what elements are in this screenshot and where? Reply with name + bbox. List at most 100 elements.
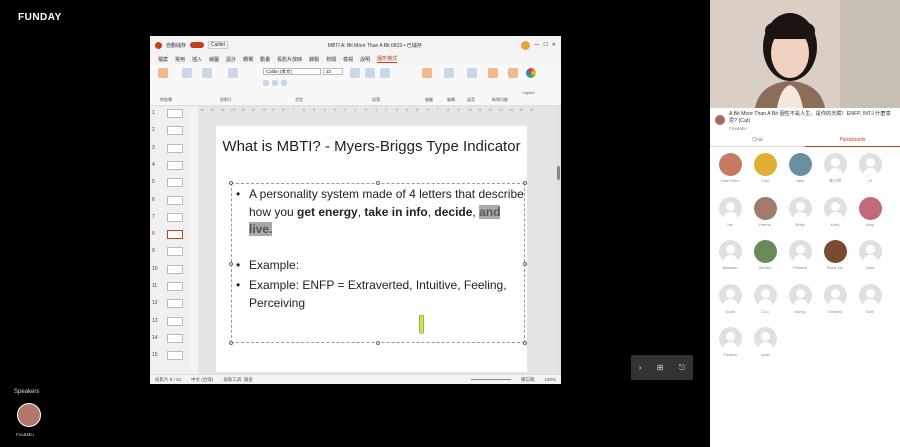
font-size-select[interactable]: 32 [323,68,343,75]
exit-share-button[interactable]: ⎋ [679,363,685,373]
language-indicator[interactable]: 中文 (台灣) [191,377,213,383]
tab-transitions[interactable]: 轉場 [243,56,253,63]
numbering-icon[interactable] [365,68,375,78]
bullet-item[interactable]: Example: [234,257,524,275]
zoom-slider[interactable] [470,379,511,380]
shapes-icon[interactable] [422,68,432,78]
resize-handle[interactable] [523,181,527,185]
participant[interactable]: Ruby [785,196,815,227]
participant[interactable]: Hanna [750,196,780,227]
participant[interactable]: Sam [855,283,885,314]
resize-handle[interactable] [229,181,233,185]
participant[interactable]: Yomi Chen [715,153,745,183]
slide-thumbnail[interactable] [167,299,183,309]
slide-thumbnail[interactable] [167,212,183,222]
tab-insert[interactable]: 插入 [192,56,202,63]
slide-thumbnail[interactable] [167,282,183,291]
layout-icon[interactable] [228,68,238,78]
participant[interactable]: Iris [715,196,745,227]
bullets-icon[interactable] [350,68,360,78]
maximize-button[interactable]: ☐ [543,42,547,48]
speaker-avatar[interactable] [17,403,41,427]
align-icon[interactable] [380,68,390,78]
reuse-slides-icon[interactable] [202,68,212,78]
find-icon[interactable] [444,68,454,78]
participant[interactable]: Jake [785,153,815,183]
tab-file[interactable]: 檔案 [158,56,168,63]
participant[interactable]: Brandon [715,240,745,270]
bullet-item[interactable]: A personality system made of 4 letters t… [234,186,524,239]
slide-canvas[interactable]: What is MBTI? - Myers-Briggs Type Indica… [216,126,527,372]
tab-record[interactable]: 錄製 [309,56,319,63]
tab-design[interactable]: 設計 [226,56,236,63]
participant[interactable]: Sunny [785,283,815,314]
slide-thumbnail[interactable] [167,126,183,136]
grid-view-button[interactable]: ⊞ [657,363,664,372]
participant[interactable]: Rosa Wu [820,240,850,270]
bold-icon[interactable] [263,80,269,86]
participant[interactable]: Amy [855,196,885,227]
vertical-scrollbar[interactable] [556,106,561,374]
resize-handle[interactable] [523,341,527,345]
tab-view[interactable]: 檢視 [343,56,353,63]
autosave-toggle[interactable] [190,42,205,48]
tab-home[interactable]: 常用 [175,56,185,63]
tab-draw[interactable]: 繪圖 [209,56,219,63]
tab-help[interactable]: 說明 [360,56,370,63]
participant[interactable]: 林小明 [820,153,850,184]
slide-thumbnail[interactable] [167,264,183,274]
slide-thumbnail[interactable] [167,316,183,326]
participant[interactable]: Phoebe [785,240,815,270]
accessibility-indicator[interactable]: 協助工具: 調查 [223,377,253,383]
participant[interactable]: Vi [855,153,885,183]
participant[interactable]: Charles [820,283,850,314]
content-textbox[interactable]: A personality system made of 4 letters t… [229,181,527,345]
minimize-button[interactable]: — [534,42,539,48]
slide-title[interactable]: What is MBTI? - Myers-Briggs Type Indica… [216,136,527,158]
bullet-list[interactable]: A personality system made of 4 letters t… [234,186,524,312]
resize-handle[interactable] [229,341,233,345]
participant[interactable]: Steven [750,240,780,270]
resize-handle[interactable] [376,341,380,345]
participant[interactable]: Chu [750,283,780,314]
resize-handle[interactable] [376,181,380,185]
participant[interactable]: Gary [855,240,885,270]
slide-thumbnail[interactable] [167,160,183,170]
slide-thumbnail[interactable] [167,333,183,343]
slide-thumbnail[interactable] [167,109,183,118]
slide-thumbnail[interactable] [167,143,183,153]
font-family-select[interactable]: Calibri (本文) [263,68,321,75]
slide-thumbnail[interactable] [167,247,183,257]
tab-participants[interactable]: Participants [805,137,900,147]
scrollbar-thumb[interactable] [557,166,560,180]
next-slide-button[interactable]: › [639,363,642,372]
account-avatar[interactable] [521,40,531,50]
dictate-icon[interactable] [467,68,477,78]
notes-button[interactable]: 備忘稿 [521,377,535,383]
new-slide-icon[interactable] [182,68,192,78]
slide-thumbnail[interactable] [167,351,183,361]
copilot-icon[interactable] [526,68,536,78]
close-button[interactable]: ✕ [552,42,556,48]
font-quick-box[interactable]: Calibri [208,41,229,49]
tab-animations[interactable]: 動畫 [260,56,270,63]
bullet-item[interactable]: Example: ENFP = Extraverted, Intuitive, … [234,277,524,312]
paste-icon[interactable] [158,68,168,78]
tab-shape-format[interactable]: 圖形格式 [377,55,398,63]
zoom-level[interactable]: 100% [544,377,556,382]
designer-icon[interactable] [488,68,498,78]
participant[interactable]: Yuki [750,153,780,183]
participant[interactable]: Scott [715,283,745,314]
underline-icon[interactable] [281,80,287,86]
italic-icon[interactable] [272,80,278,86]
participant[interactable]: Lynn [750,327,780,357]
slide-thumbnail[interactable] [167,230,183,240]
slide-thumbnail[interactable] [167,195,183,205]
tab-slideshow[interactable]: 投影片放映 [277,56,302,63]
tab-review[interactable]: 校閱 [326,56,336,63]
participant[interactable]: Paulina [715,327,745,357]
add-ins-icon[interactable] [508,68,518,78]
resize-handle[interactable] [229,262,233,266]
slide-thumbnail[interactable] [167,178,183,188]
participant[interactable]: Kelly [820,196,850,227]
